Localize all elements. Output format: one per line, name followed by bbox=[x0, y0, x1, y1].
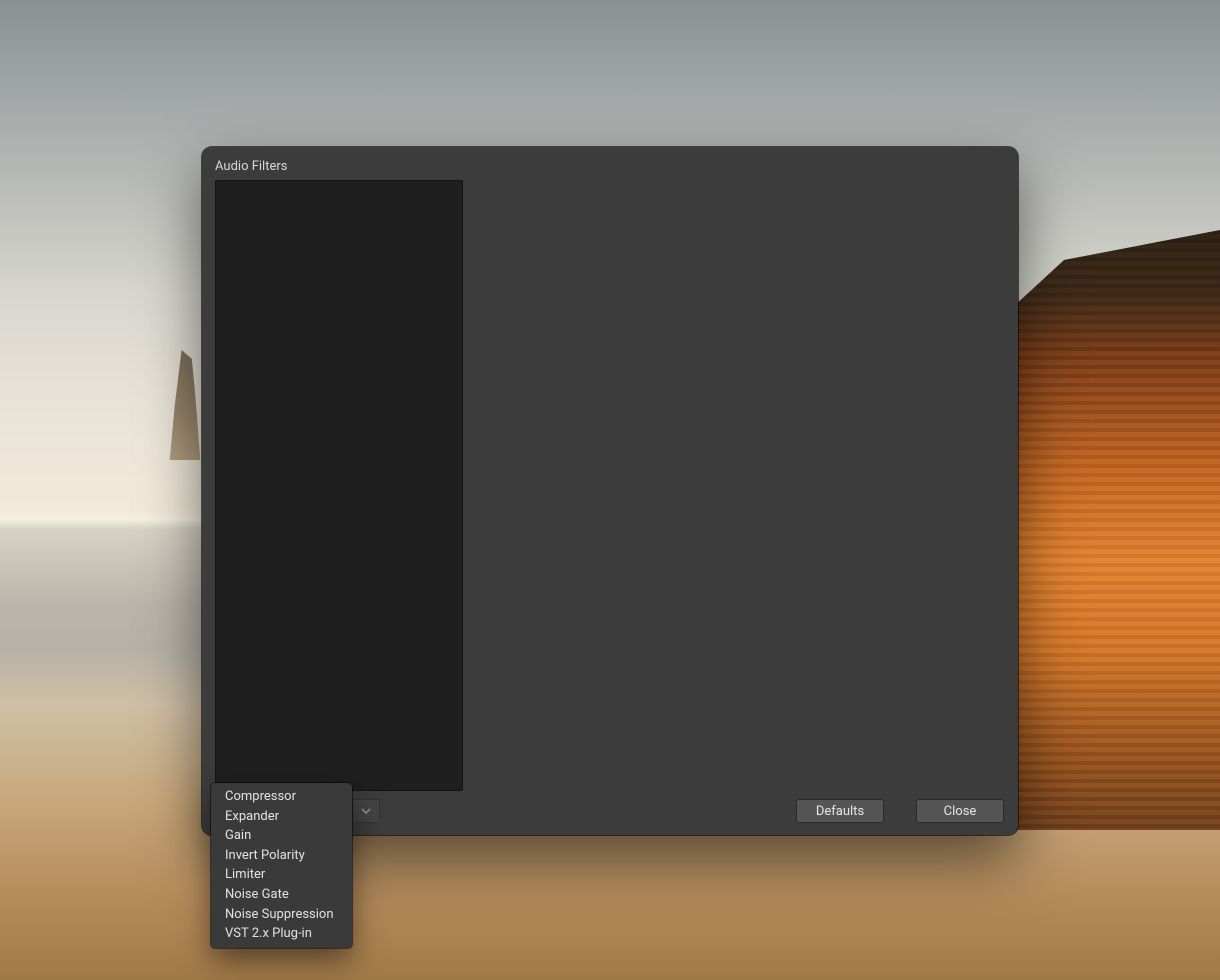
filter-list[interactable] bbox=[215, 180, 463, 791]
menu-item-gain[interactable]: Gain bbox=[211, 826, 352, 846]
menu-item-vst-plugin[interactable]: VST 2.x Plug-in bbox=[211, 924, 352, 944]
filter-properties-pane bbox=[476, 180, 1005, 791]
dialog-title: Audio Filters bbox=[202, 147, 1018, 180]
add-filter-menu: Compressor Expander Gain Invert Polarity… bbox=[211, 783, 352, 948]
audio-filters-dialog: Audio Filters Defaults C bbox=[202, 147, 1018, 835]
menu-item-noise-gate[interactable]: Noise Gate bbox=[211, 885, 352, 905]
menu-item-compressor[interactable]: Compressor bbox=[211, 787, 352, 807]
move-filter-down-button[interactable] bbox=[352, 799, 380, 823]
menu-item-limiter[interactable]: Limiter bbox=[211, 865, 352, 885]
menu-item-expander[interactable]: Expander bbox=[211, 807, 352, 827]
wallpaper-rock bbox=[168, 350, 202, 460]
dialog-body bbox=[202, 180, 1018, 791]
close-button[interactable]: Close bbox=[916, 799, 1004, 823]
menu-item-noise-suppression[interactable]: Noise Suppression bbox=[211, 905, 352, 925]
menu-item-invert-polarity[interactable]: Invert Polarity bbox=[211, 846, 352, 866]
chevron-down-icon bbox=[360, 805, 372, 817]
defaults-button[interactable]: Defaults bbox=[796, 799, 884, 823]
